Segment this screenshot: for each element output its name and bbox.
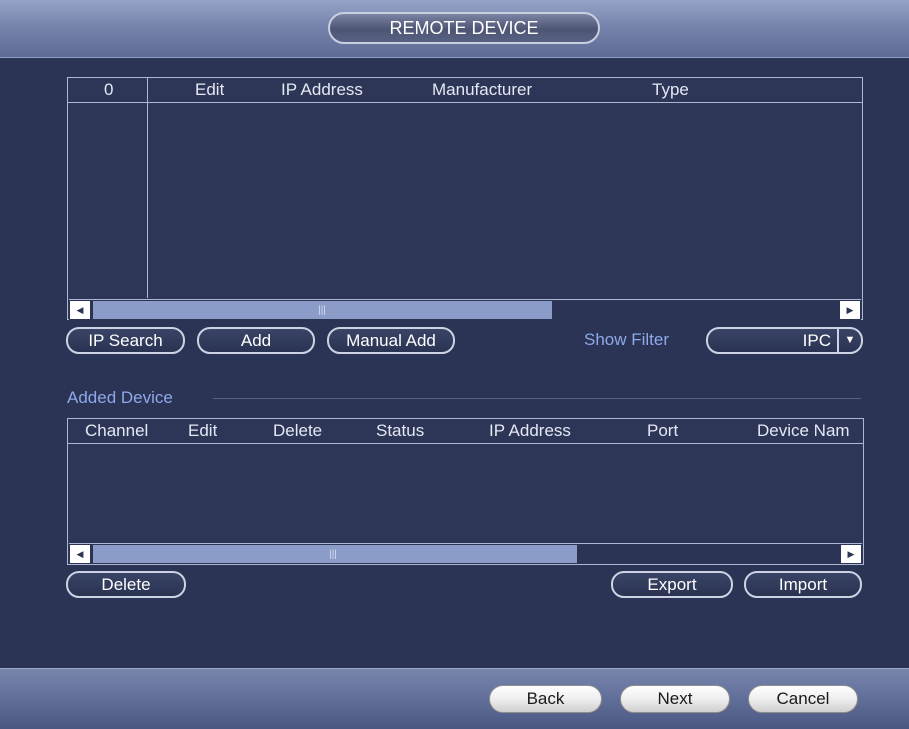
column-header-index[interactable]: 0 [104, 78, 113, 102]
column-header-status[interactable]: Status [376, 419, 424, 443]
column-header-edit[interactable]: Edit [195, 78, 224, 102]
column-header-channel[interactable]: Channel [85, 419, 148, 443]
import-button[interactable]: Import [744, 571, 862, 598]
search-table-scrollbar[interactable]: ◀ ||| ▶ [69, 299, 861, 320]
column-header-type[interactable]: Type [652, 78, 689, 102]
scroll-thumb[interactable]: ||| [93, 301, 552, 319]
column-header-edit[interactable]: Edit [188, 419, 217, 443]
manual-add-button[interactable]: Manual Add [327, 327, 455, 354]
show-filter-value: IPC [802, 331, 831, 350]
added-device-table: Channel Edit Delete Status IP Address Po… [67, 418, 864, 565]
column-header-ip-address[interactable]: IP Address [281, 78, 363, 102]
scroll-right-icon[interactable]: ▶ [841, 545, 861, 563]
column-header-delete[interactable]: Delete [273, 419, 322, 443]
added-table-scrollbar[interactable]: ◀ ||| ▶ [69, 543, 862, 564]
delete-button[interactable]: Delete [66, 571, 186, 598]
column-header-ip-address[interactable]: IP Address [489, 419, 571, 443]
search-results-table: 0 Edit IP Address Manufacturer Type ◀ ||… [67, 77, 863, 320]
added-table-body [68, 444, 863, 543]
column-header-manufacturer[interactable]: Manufacturer [432, 78, 532, 102]
scroll-thumb[interactable]: ||| [93, 545, 577, 563]
added-table-header: Channel Edit Delete Status IP Address Po… [68, 419, 863, 444]
column-header-port[interactable]: Port [647, 419, 678, 443]
show-filter-select[interactable]: IPC ▼ [706, 327, 863, 354]
export-button[interactable]: Export [611, 571, 733, 598]
column-header-device-name[interactable]: Device Nam [757, 419, 863, 443]
back-button[interactable]: Back [489, 685, 602, 713]
add-button[interactable]: Add [197, 327, 315, 354]
window-title: REMOTE DEVICE [328, 12, 600, 44]
scroll-left-icon[interactable]: ◀ [70, 545, 90, 563]
chevron-down-icon[interactable]: ▼ [837, 329, 861, 352]
next-button[interactable]: Next [620, 685, 730, 713]
scroll-right-icon[interactable]: ▶ [840, 301, 860, 319]
ip-search-button[interactable]: IP Search [66, 327, 185, 354]
scroll-left-icon[interactable]: ◀ [70, 301, 90, 319]
grip-icon: ||| [329, 549, 337, 560]
added-device-label: Added Device [67, 388, 173, 407]
title-bar: REMOTE DEVICE [0, 0, 909, 58]
search-table-body [68, 103, 862, 299]
grip-icon: ||| [318, 305, 326, 316]
search-table-header: 0 Edit IP Address Manufacturer Type [68, 78, 862, 103]
show-filter-label: Show Filter [584, 330, 670, 349]
cancel-button[interactable]: Cancel [748, 685, 858, 713]
section-divider [213, 398, 861, 399]
